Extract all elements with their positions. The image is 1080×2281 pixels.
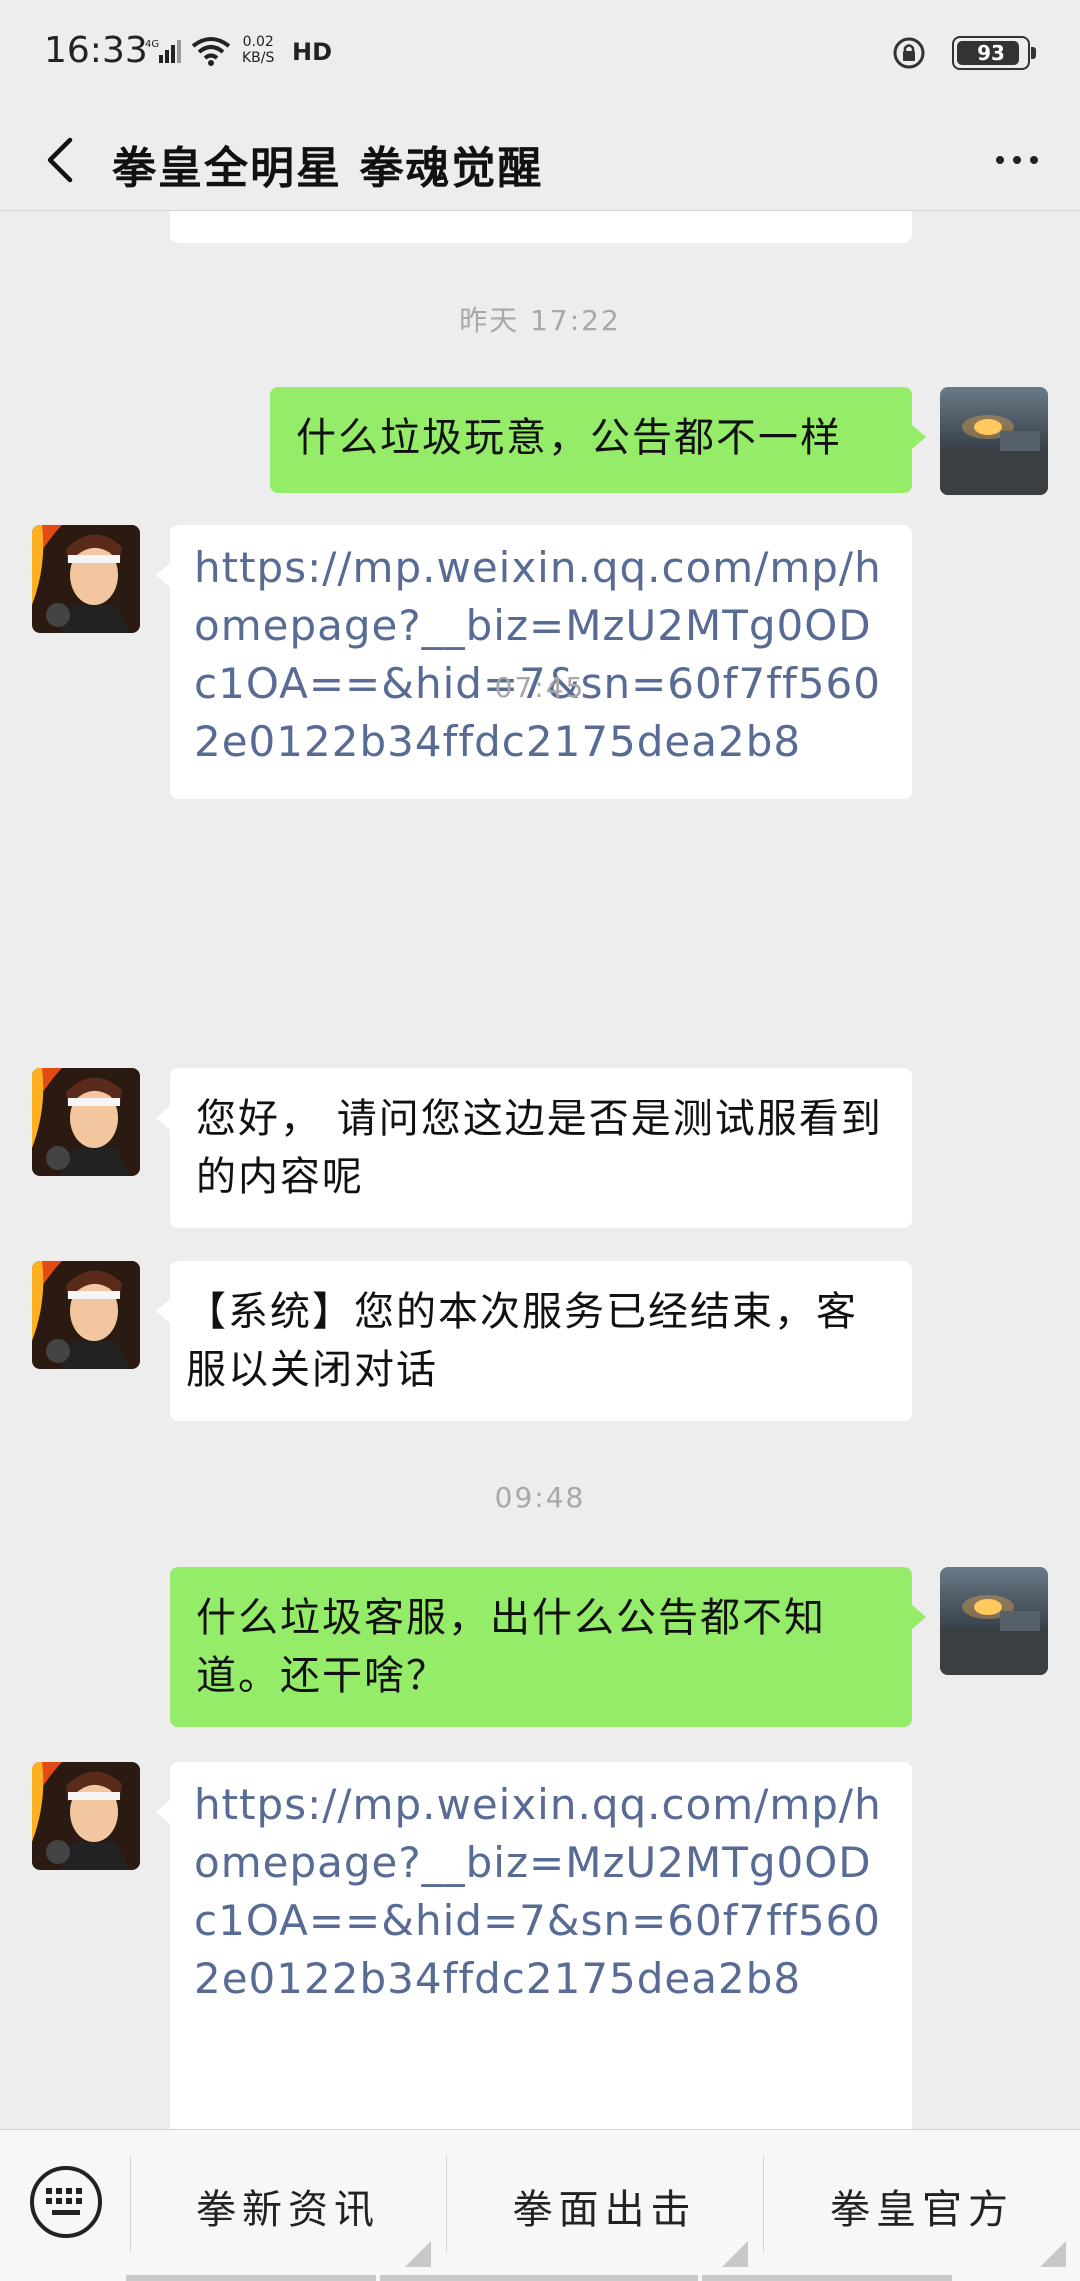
signal-icon: 4G <box>145 39 181 63</box>
menu-item-label: 拳皇官方 <box>830 2186 1014 2233</box>
message-text: 【系统】您的本次服务已经结束，客服以关闭对话 <box>186 1289 858 1393</box>
more-dot-icon <box>1030 156 1038 164</box>
title-bar: 拳皇全明星 拳魂觉醒 <box>0 110 1080 211</box>
status-bar: 16:33 4G 0.02 KB/S HD 93 <box>0 0 1080 110</box>
message-text: 您好， 请问您这边是否是测试服看到的内容呢 <box>196 1096 883 1200</box>
previous-message-bubble[interactable] <box>170 211 912 243</box>
outgoing-message-bubble[interactable]: 什么垃圾客服，出什么公告都不知道。还干啥？ <box>170 1567 926 1727</box>
submenu-indicator-icon <box>722 2241 748 2267</box>
keyboard-icon <box>30 2166 102 2238</box>
timestamp: 09:48 <box>494 1481 586 1514</box>
keyboard-toggle-button[interactable] <box>28 2164 104 2240</box>
timestamp: 07:45 <box>494 671 586 704</box>
timestamp: 昨天 17:22 <box>459 304 621 337</box>
official-account-avatar[interactable] <box>32 525 140 633</box>
rotation-lock-icon <box>893 37 925 69</box>
outgoing-message-bubble[interactable]: 什么垃圾玩意，公告都不一样 <box>270 387 926 493</box>
back-button[interactable] <box>28 128 92 192</box>
hd-indicator: HD <box>292 38 333 66</box>
message-text: 什么垃圾客服，出什么公告都不知道。还干啥？ <box>196 1595 826 1699</box>
speed-unit: KB/S <box>242 50 275 66</box>
chat-area[interactable]: 昨天 17:22 什么垃圾玩意，公告都不一样 https://mp.weixin… <box>0 211 1080 2129</box>
menu-item-label: 拳新资讯 <box>196 2186 380 2233</box>
official-account-avatar[interactable] <box>32 1762 140 1870</box>
incoming-message-bubble[interactable]: 您好， 请问您这边是否是测试服看到的内容呢 <box>156 1068 912 1228</box>
status-time: 16:33 <box>44 30 148 71</box>
nav-indicator <box>702 2275 952 2281</box>
more-dot-icon <box>1013 156 1021 164</box>
nav-indicator <box>126 2275 376 2281</box>
incoming-link-bubble[interactable]: https://mp.weixin.qq.com/mp/homepage?__b… <box>156 1762 912 2129</box>
incoming-message-bubble[interactable]: 【系统】您的本次服务已经结束，客服以关闭对话 <box>156 1261 912 1421</box>
menu-item-official[interactable]: 拳皇官方 <box>764 2130 1080 2281</box>
svg-text:4G: 4G <box>145 39 159 50</box>
speed-value: 0.02 <box>242 34 274 50</box>
network-speed: 0.02 KB/S <box>242 34 274 66</box>
official-account-avatar[interactable] <box>32 1261 140 1369</box>
battery-level: 93 <box>977 41 1005 65</box>
user-avatar[interactable] <box>940 387 1048 495</box>
network-icons: 4G <box>145 36 231 66</box>
more-dot-icon <box>996 156 1004 164</box>
wifi-icon <box>191 37 231 66</box>
official-account-avatar[interactable] <box>32 1068 140 1176</box>
user-avatar[interactable] <box>940 1567 1048 1675</box>
bottom-menu-bar: 拳新资讯 拳面出击 拳皇官方 <box>0 2129 1080 2281</box>
back-arrow-icon <box>47 137 73 183</box>
nav-indicator <box>380 2275 698 2281</box>
submenu-indicator-icon <box>405 2241 431 2267</box>
menu-item-label: 拳面出击 <box>512 2186 697 2233</box>
message-text: 什么垃圾玩意，公告都不一样 <box>296 415 842 461</box>
menu-item-news[interactable]: 拳新资讯 <box>131 2130 445 2281</box>
link-text[interactable]: https://mp.weixin.qq.com/mp/homepage?__b… <box>194 539 888 771</box>
submenu-indicator-icon <box>1040 2241 1066 2267</box>
battery-icon: 93 <box>952 36 1036 70</box>
incoming-link-bubble[interactable]: https://mp.weixin.qq.com/mp/homepage?__b… <box>156 525 912 799</box>
link-text[interactable]: https://mp.weixin.qq.com/mp/homepage?__b… <box>194 1776 888 2008</box>
chat-title: 拳皇全明星 拳魂觉醒 <box>112 143 544 194</box>
more-options-button[interactable] <box>982 128 1052 192</box>
menu-item-attack[interactable]: 拳面出击 <box>447 2130 762 2281</box>
status-right: 93 <box>892 36 1036 70</box>
